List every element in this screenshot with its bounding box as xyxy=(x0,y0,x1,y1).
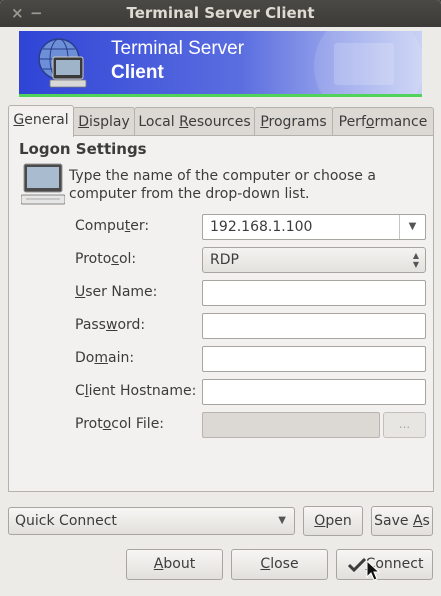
banner-accent-line xyxy=(19,94,422,97)
domain-input[interactable] xyxy=(202,346,426,372)
protocol-file-label: Protocol File: xyxy=(75,416,165,432)
password-label: Password: xyxy=(75,317,146,333)
general-tab-panel: Logon Settings Type the name of the comp… xyxy=(8,135,434,492)
tab-programs[interactable]: Programs xyxy=(254,107,333,136)
save-as-button[interactable]: Save As xyxy=(371,506,433,536)
up-down-arrows-icon: ▲ ▼ xyxy=(412,251,419,269)
header-banner: Terminal Server Client xyxy=(19,31,422,97)
connect-button[interactable]: Connect xyxy=(336,549,433,580)
logon-description: Type the name of the computer or choose … xyxy=(69,168,376,202)
mouse-pointer-icon xyxy=(366,560,380,581)
browse-file-button: ... xyxy=(383,412,426,438)
domain-label: Domain: xyxy=(75,350,135,366)
quick-connect-value: Quick Connect xyxy=(15,513,117,529)
tab-general[interactable]: General xyxy=(8,105,74,137)
protocol-file-input xyxy=(202,412,380,438)
window-title: Terminal Server Client xyxy=(126,4,315,22)
chevron-down-icon[interactable]: ▼ xyxy=(399,215,425,239)
password-input[interactable] xyxy=(202,313,426,339)
computer-combo[interactable]: 192.168.1.100 ▼ xyxy=(202,214,426,240)
banner-title-line2: Client xyxy=(111,62,164,83)
logon-settings-heading: Logon Settings xyxy=(19,140,147,158)
computer-monitor-icon xyxy=(21,163,65,205)
computer-globe-icon xyxy=(38,38,87,88)
title-bar: × − Terminal Server Client xyxy=(0,0,441,27)
computer-value[interactable]: 192.168.1.100 xyxy=(210,219,312,235)
tab-local-resources[interactable]: Local Resources xyxy=(134,107,255,136)
quick-connect-dropdown[interactable]: Quick Connect ▼ xyxy=(8,507,295,535)
username-label: User Name: xyxy=(75,284,158,300)
chevron-down-icon: ▼ xyxy=(278,515,286,526)
username-input[interactable] xyxy=(202,280,426,306)
checkmark-icon xyxy=(348,558,366,572)
close-button[interactable]: Close xyxy=(231,549,328,580)
tab-display[interactable]: Display xyxy=(73,107,135,136)
about-button[interactable]: About xyxy=(126,549,223,580)
protocol-label: Protocol: xyxy=(75,251,137,267)
tab-performance[interactable]: Performance xyxy=(332,107,434,136)
client-hostname-input[interactable] xyxy=(202,379,426,405)
open-button[interactable]: Open xyxy=(303,506,363,536)
app-window: × − Terminal Server Client Terminal Serv… xyxy=(0,0,441,596)
protocol-value: RDP xyxy=(210,252,239,268)
computer-label: Computer: xyxy=(75,218,150,234)
protocol-select[interactable]: RDP ▲ ▼ xyxy=(202,247,426,273)
banner-title-line1: Terminal Server xyxy=(111,38,245,59)
client-hostname-label: Client Hostname: xyxy=(75,383,197,399)
